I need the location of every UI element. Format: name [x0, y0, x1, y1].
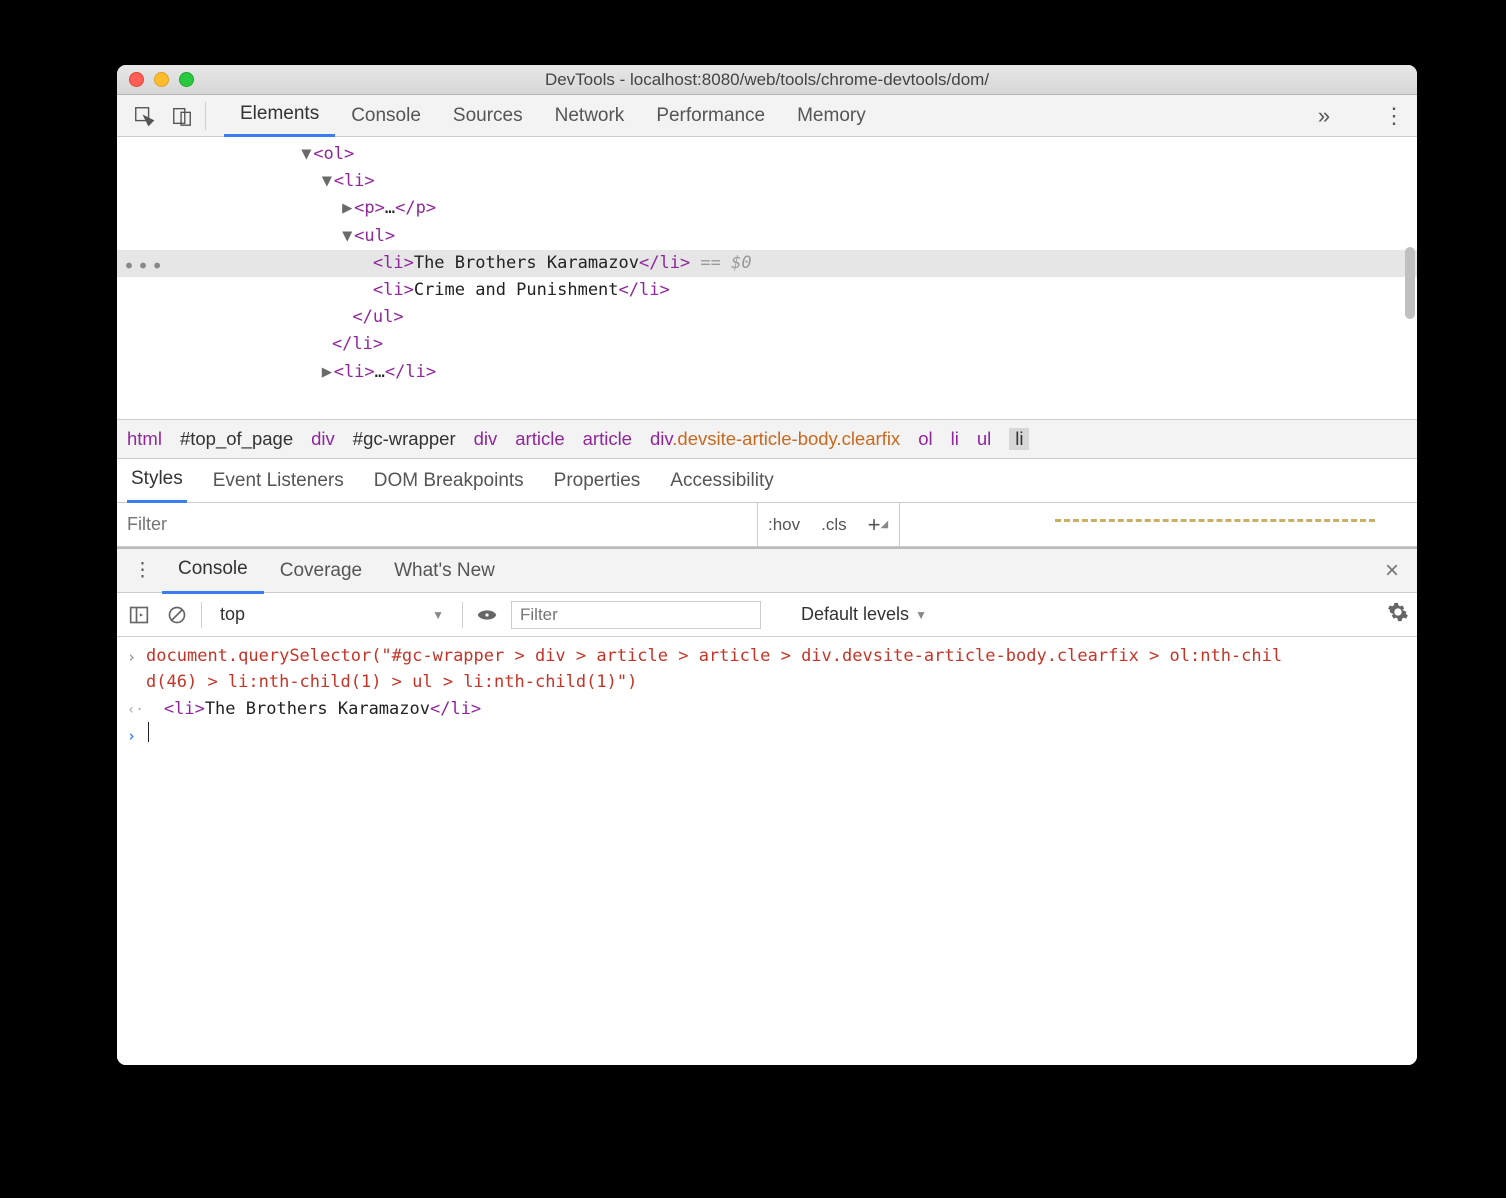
- breadcrumb-item[interactable]: html: [127, 428, 162, 450]
- console-filter-input[interactable]: [511, 601, 761, 629]
- tab-dom-breakpoints[interactable]: DOM Breakpoints: [370, 459, 528, 503]
- settings-menu-icon[interactable]: ⋮: [1379, 103, 1409, 129]
- dom-node[interactable]: <ol>: [313, 144, 354, 164]
- breadcrumb-item[interactable]: article: [515, 428, 564, 450]
- sidebar-tabs: Styles Event Listeners DOM Breakpoints P…: [117, 459, 1417, 503]
- hov-toggle[interactable]: :hov: [758, 503, 811, 546]
- console-prompt-line[interactable]: ›: [127, 722, 1407, 748]
- selected-dom-node[interactable]: ••• <li>The Brothers Karamazov</li> == $…: [117, 250, 1417, 277]
- tab-event-listeners[interactable]: Event Listeners: [209, 459, 348, 503]
- cls-toggle[interactable]: .cls: [811, 503, 858, 546]
- tab-properties[interactable]: Properties: [550, 459, 645, 503]
- close-drawer-icon[interactable]: ×: [1373, 557, 1411, 585]
- dom-node[interactable]: </ul>: [352, 307, 403, 327]
- traffic-lights: [117, 72, 194, 87]
- breadcrumb-item[interactable]: ol: [918, 428, 932, 450]
- text-cursor: [148, 722, 149, 742]
- dom-node[interactable]: <li>: [334, 171, 375, 191]
- separator: [201, 602, 202, 628]
- window-title: DevTools - localhost:8080/web/tools/chro…: [117, 70, 1417, 90]
- breadcrumb-item-selected[interactable]: li: [1009, 428, 1029, 450]
- console-output[interactable]: › document.querySelector("#gc-wrapper > …: [117, 637, 1417, 1065]
- log-levels-selector[interactable]: Default levels ▼: [801, 604, 927, 625]
- console-result-line[interactable]: ‹· <li>The Brothers Karamazov</li>: [127, 696, 1407, 722]
- prompt-icon: ›: [127, 725, 136, 748]
- tab-elements[interactable]: Elements: [224, 95, 335, 137]
- prompt-icon: ›: [127, 646, 136, 669]
- separator: [462, 602, 463, 628]
- console-command[interactable]: document.querySelector("#gc-wrapper > di…: [146, 643, 1286, 696]
- dom-node[interactable]: <p>: [354, 198, 385, 218]
- devtools-window: DevTools - localhost:8080/web/tools/chro…: [117, 65, 1417, 1065]
- titlebar: DevTools - localhost:8080/web/tools/chro…: [117, 65, 1417, 95]
- device-toggle-icon[interactable]: [167, 101, 197, 131]
- minimize-window-icon[interactable]: [154, 72, 169, 87]
- styles-filter-row: :hov .cls +◢: [117, 503, 1417, 547]
- box-model-preview: [1055, 519, 1375, 526]
- new-style-rule-icon[interactable]: +◢: [858, 503, 900, 546]
- main-toolbar: Elements Console Sources Network Perform…: [117, 95, 1417, 137]
- breadcrumb[interactable]: html #top_of_page div #gc-wrapper div ar…: [117, 419, 1417, 459]
- tab-network[interactable]: Network: [539, 95, 641, 137]
- dom-node[interactable]: <ul>: [354, 226, 395, 246]
- drawer-tab-whats-new[interactable]: What's New: [378, 548, 511, 594]
- dom-node[interactable]: <li>: [334, 362, 375, 382]
- drawer-tab-coverage[interactable]: Coverage: [264, 548, 378, 594]
- tab-performance[interactable]: Performance: [640, 95, 781, 137]
- inspect-element-icon[interactable]: [129, 101, 159, 131]
- overflow-tabs-icon[interactable]: »: [1309, 103, 1339, 129]
- breadcrumb-item[interactable]: li: [951, 428, 959, 450]
- breadcrumb-item[interactable]: div: [311, 428, 335, 450]
- console-sidebar-toggle-icon[interactable]: [125, 601, 153, 629]
- breadcrumb-item[interactable]: div.devsite-article-body.clearfix: [650, 428, 900, 450]
- scrollbar[interactable]: [1405, 247, 1415, 319]
- tab-styles[interactable]: Styles: [127, 459, 187, 503]
- context-selector[interactable]: top ▼: [212, 600, 452, 630]
- styles-filter-input[interactable]: [117, 503, 757, 546]
- breadcrumb-item[interactable]: article: [583, 428, 632, 450]
- main-tabs: Elements Console Sources Network Perform…: [224, 95, 1309, 137]
- tab-sources[interactable]: Sources: [437, 95, 539, 137]
- dom-node[interactable]: <li>: [373, 280, 414, 300]
- separator: [205, 102, 206, 130]
- clear-console-icon[interactable]: [163, 601, 191, 629]
- drawer-tab-console[interactable]: Console: [162, 548, 264, 594]
- breadcrumb-item[interactable]: #top_of_page: [180, 428, 293, 450]
- dom-actions-icon[interactable]: •••: [123, 250, 165, 282]
- console-settings-icon[interactable]: [1387, 601, 1409, 628]
- dom-node[interactable]: </li>: [332, 334, 383, 354]
- expand-result-icon[interactable]: ‹·: [127, 700, 144, 722]
- zoom-window-icon[interactable]: [179, 72, 194, 87]
- live-expression-icon[interactable]: [473, 601, 501, 629]
- breadcrumb-item[interactable]: #gc-wrapper: [353, 428, 456, 450]
- styles-toggle-buttons: :hov .cls +◢: [757, 503, 900, 546]
- breadcrumb-item[interactable]: div: [474, 428, 498, 450]
- close-window-icon[interactable]: [129, 72, 144, 87]
- tab-console[interactable]: Console: [335, 95, 437, 137]
- console-input-line: › document.querySelector("#gc-wrapper > …: [127, 643, 1407, 696]
- console-toolbar: top ▼ Default levels ▼: [117, 593, 1417, 637]
- breadcrumb-item[interactable]: ul: [977, 428, 991, 450]
- drawer-tabs: ⋮ Console Coverage What's New ×: [117, 547, 1417, 593]
- drawer-menu-icon[interactable]: ⋮: [123, 559, 162, 582]
- tab-memory[interactable]: Memory: [781, 95, 882, 137]
- tab-accessibility[interactable]: Accessibility: [666, 459, 777, 503]
- chevron-down-icon: ▼: [915, 608, 927, 622]
- dom-tree[interactable]: ▼<ol> ▼<li> ▶<p>…</p> ▼<ul> ••• <li>The …: [117, 137, 1417, 419]
- chevron-down-icon: ▼: [432, 608, 444, 622]
